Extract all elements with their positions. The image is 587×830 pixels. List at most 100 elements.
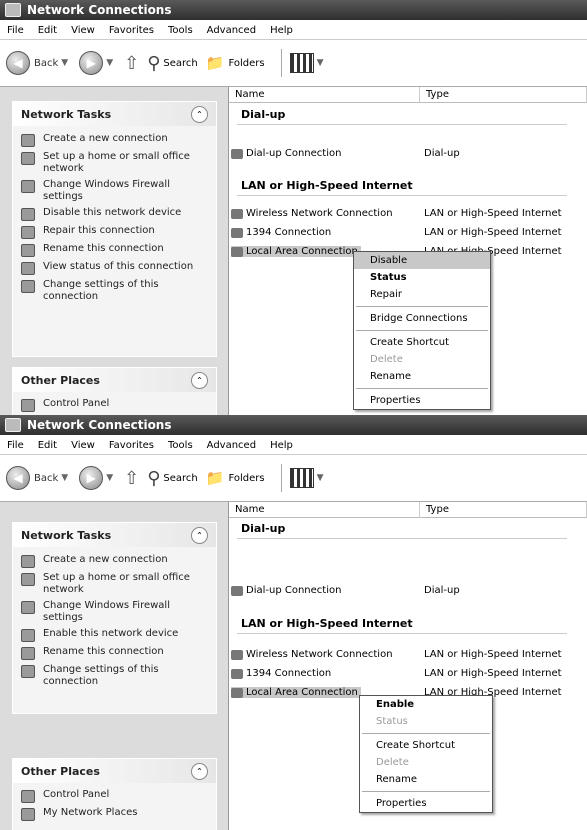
folders-button[interactable]: 📁 Folders	[206, 54, 265, 72]
menu-item-create-shortcut[interactable]: Create Shortcut	[354, 334, 490, 351]
search-label: Search	[163, 472, 198, 484]
title-bar: Network Connections	[0, 0, 587, 20]
menu-help[interactable]: Help	[263, 25, 300, 36]
task-label: Disable this network device	[43, 207, 182, 218]
views-button[interactable]: ▼	[289, 53, 327, 73]
column-header-type[interactable]: Type	[420, 87, 587, 103]
task-item[interactable]: Change Windows Firewall settings	[13, 177, 216, 205]
menu-view[interactable]: View	[64, 25, 102, 36]
menu-file[interactable]: File	[0, 25, 31, 36]
folders-button[interactable]: 📁 Folders	[206, 469, 265, 487]
menu-file[interactable]: File	[0, 440, 31, 451]
other-places-header[interactable]: Other Places ⌃	[13, 759, 216, 783]
views-button[interactable]: ▼	[289, 468, 327, 488]
forward-button[interactable]: ▶ ▼	[79, 466, 116, 490]
menu-item-properties[interactable]: Properties	[360, 795, 492, 812]
menu-help[interactable]: Help	[263, 440, 300, 451]
connection-row-dialup[interactable]: Dial-up Connection Dial-up	[229, 585, 587, 599]
menu-item-repair[interactable]: Repair	[354, 286, 490, 303]
menu-favorites[interactable]: Favorites	[102, 25, 161, 36]
task-item[interactable]: Rename this connection	[13, 644, 216, 662]
task-item[interactable]: Change settings of this connection	[13, 662, 216, 690]
firewall-icon	[21, 601, 35, 614]
menu-edit[interactable]: Edit	[31, 440, 64, 451]
home-network-icon	[21, 573, 35, 586]
menu-advanced[interactable]: Advanced	[200, 440, 263, 451]
chevron-down-icon: ▼	[106, 473, 114, 483]
place-label: Control Panel	[43, 789, 110, 800]
menu-item-bridge-connections[interactable]: Bridge Connections	[354, 310, 490, 327]
menu-item-rename[interactable]: Rename	[354, 368, 490, 385]
menu-advanced[interactable]: Advanced	[200, 25, 263, 36]
menu-tools[interactable]: Tools	[161, 25, 200, 36]
menu-item-disable[interactable]: Disable	[354, 252, 490, 269]
window-enabled-state: Network Connections File Edit View Favor…	[0, 0, 587, 415]
task-item[interactable]: Change Windows Firewall settings	[13, 598, 216, 626]
network-connections-icon	[5, 3, 21, 17]
task-label: Repair this connection	[43, 225, 155, 236]
menu-item-properties[interactable]: Properties	[354, 392, 490, 409]
column-header-type[interactable]: Type	[420, 502, 587, 518]
connection-row-1394[interactable]: 1394 Connection LAN or High-Speed Intern…	[229, 227, 587, 241]
chevron-down-icon: ▼	[61, 58, 69, 68]
menu-item-enable[interactable]: Enable	[360, 696, 492, 713]
connection-type: LAN or High-Speed Internet	[424, 668, 562, 679]
task-item[interactable]: Change settings of this connection	[13, 277, 216, 305]
collapse-chevron-icon[interactable]: ⌃	[191, 371, 208, 389]
collapse-chevron-icon[interactable]: ⌃	[191, 105, 208, 123]
place-item[interactable]: My Network Places	[13, 805, 216, 823]
place-item[interactable]: Control Panel	[13, 396, 216, 414]
network-tasks-header[interactable]: Network Tasks ⌃	[13, 523, 216, 547]
home-network-icon	[21, 152, 35, 165]
other-places-header[interactable]: Other Places ⌃	[13, 368, 216, 392]
task-item[interactable]: Create a new connection	[13, 131, 216, 149]
up-folder-button[interactable]: ⇧	[124, 53, 139, 74]
firewall-icon	[21, 180, 35, 193]
task-item[interactable]: View status of this connection	[13, 259, 216, 277]
task-item[interactable]: Disable this network device	[13, 205, 216, 223]
network-tasks-header[interactable]: Network Tasks ⌃	[13, 102, 216, 126]
task-item[interactable]: Set up a home or small office network	[13, 570, 216, 598]
connection-name: 1394 Connection	[246, 227, 332, 238]
place-item[interactable]: Control Panel	[13, 787, 216, 805]
menu-item-create-shortcut[interactable]: Create Shortcut	[360, 737, 492, 754]
collapse-chevron-icon[interactable]: ⌃	[191, 762, 208, 780]
network-adapter-icon	[231, 687, 243, 698]
menu-tools[interactable]: Tools	[161, 440, 200, 451]
group-divider	[237, 633, 567, 634]
group-header-lan: LAN or High-Speed Internet	[241, 179, 413, 192]
connection-row-wireless[interactable]: Wireless Network Connection LAN or High-…	[229, 208, 587, 222]
folders-label: Folders	[228, 57, 265, 69]
forward-button[interactable]: ▶ ▼	[79, 51, 116, 75]
menu-favorites[interactable]: Favorites	[102, 440, 161, 451]
up-folder-button[interactable]: ⇧	[124, 468, 139, 489]
menu-item-rename[interactable]: Rename	[360, 771, 492, 788]
other-places-title: Other Places	[21, 764, 100, 778]
other-places-panel: Other Places ⌃ Control Panel My Network …	[12, 367, 217, 415]
collapse-chevron-icon[interactable]: ⌃	[191, 526, 208, 544]
connection-type: Dial-up	[424, 148, 460, 159]
back-button[interactable]: ◀ Back ▼	[6, 51, 71, 75]
menu-separator	[356, 306, 488, 307]
search-button[interactable]: ⚲ Search	[147, 53, 198, 74]
back-button[interactable]: ◀ Back ▼	[6, 466, 71, 490]
menu-view[interactable]: View	[64, 440, 102, 451]
window-title: Network Connections	[27, 3, 172, 17]
connection-row-1394[interactable]: 1394 Connection LAN or High-Speed Intern…	[229, 668, 587, 682]
network-places-icon	[21, 808, 35, 821]
task-item[interactable]: Set up a home or small office network	[13, 149, 216, 177]
menu-item-status: Status	[376, 716, 408, 727]
task-item[interactable]: Rename this connection	[13, 241, 216, 259]
task-item[interactable]: Create a new connection	[13, 552, 216, 570]
search-button[interactable]: ⚲ Search	[147, 468, 198, 489]
dialup-icon	[231, 148, 243, 159]
task-item[interactable]: Enable this network device	[13, 626, 216, 644]
connection-row-dialup[interactable]: Dial-up Connection Dial-up	[229, 148, 587, 162]
menu-item-status[interactable]: Status	[354, 269, 490, 286]
menu-separator	[356, 388, 488, 389]
connection-row-wireless[interactable]: Wireless Network Connection LAN or High-…	[229, 649, 587, 663]
task-item[interactable]: Repair this connection	[13, 223, 216, 241]
column-header-name[interactable]: Name	[229, 87, 420, 103]
column-header-name[interactable]: Name	[229, 502, 420, 518]
menu-edit[interactable]: Edit	[31, 25, 64, 36]
